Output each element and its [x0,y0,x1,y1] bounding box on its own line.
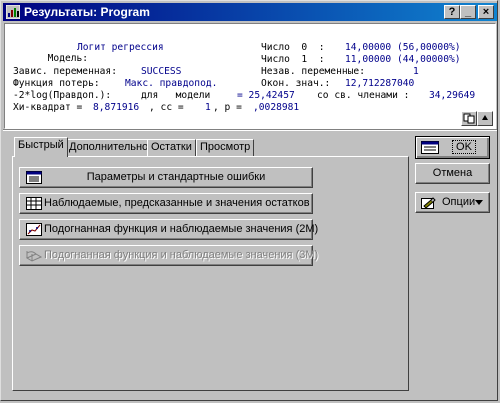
loglik-free-label: со св. членами : [317,90,410,101]
window-title: Результаты: Program [24,5,150,19]
final-value-label: Окон. знач.: [261,78,331,89]
loss-value: Макс. правдопод. [125,78,218,89]
summary-icon [421,141,439,154]
dependent-value: SUCCESS [141,66,182,77]
observed-predicted-button[interactable]: Наблюдаемые, предсказанные и значения ос… [19,193,313,214]
independent-value: 1 [413,66,419,77]
fitted-3d-label: Подогнанная функция и наблюдаемые значен… [44,249,319,261]
independent-label: Незав. переменные: [261,66,365,77]
loglik-model-label: для модели [141,90,211,101]
parameters-button[interactable]: Параметры и стандартные ошибки [19,167,313,188]
fitted-2d-label: Подогнанная функция и наблюдаемые значен… [44,223,319,235]
count0-label: Число 0 : [261,42,325,53]
app-icon [6,5,20,19]
loss-label: Функция потерь: [13,78,100,89]
p-label: , p = [213,102,242,113]
final-value: 12,712287040 [345,78,415,89]
count1-label: Число 1 : [261,54,325,65]
fitted-2d-button[interactable]: Подогнанная функция и наблюдаемые значен… [19,219,319,240]
minimize-button[interactable]: _ [460,5,476,19]
model-label: Модель: [47,53,89,64]
loglik-model-value: = 25,42457 [237,90,295,101]
p-value: ,0028981 [253,102,300,113]
tab-residuals[interactable]: Остатки [147,139,196,156]
spreadsheet-icon [26,197,42,210]
options-button[interactable]: Опции [415,192,490,213]
loglik-label: -2*log(Правдоп.): [13,90,112,101]
results-window: Результаты: Program ? _ × Модель: Логит … [0,0,498,401]
summary-table-icon [26,171,42,184]
surface-plot-icon [26,251,42,262]
count0-value: 14,00000 (56,00000%) [345,42,461,53]
chi-square-label: Хи-квадрат = [13,102,83,113]
fitted-3d-button[interactable]: Подогнанная функция и наблюдаемые значен… [19,245,319,266]
df-value: 1 [205,102,211,113]
expand-output-button[interactable] [477,111,493,126]
quick-tab-panel: Параметры и стандартные ошибки Наблюдаем… [12,156,409,391]
cancel-label: Отмена [432,167,473,179]
df-label: , сс = [149,102,184,113]
tab-advanced[interactable]: Дополнительно [65,139,153,156]
tab-quick[interactable]: Быстрый [14,137,68,157]
model-value: Логит регрессия [77,42,164,53]
copy-icon [463,113,475,124]
options-label: Опции [442,196,476,208]
separator [3,129,497,131]
copy-output-button[interactable] [461,111,477,126]
loglik-free-value: 34,29649 [429,90,476,101]
results-output-area: Модель: Логит регрессия Число 0 : 14,000… [4,23,496,129]
parameters-button-label: Параметры и стандартные ошибки [86,171,266,183]
title-bar[interactable]: Результаты: Program ? _ × [3,3,497,21]
line-plot-icon [26,223,42,236]
ok-label: OK [452,140,476,154]
close-button[interactable]: × [478,5,494,19]
tab-review[interactable]: Просмотр [196,139,255,156]
dropdown-arrow-icon [475,200,483,205]
chi-square-value: 8,871916 [93,102,140,113]
ok-button[interactable]: OK [415,136,490,159]
dependent-label: Завис. переменная: [13,66,117,77]
cancel-button[interactable]: Отмена [415,163,490,184]
arrow-up-icon [482,115,488,120]
help-button[interactable]: ? [444,5,460,19]
observed-predicted-label: Наблюдаемые, предсказанные и значения ос… [44,197,310,209]
options-icon [421,197,436,209]
count1-value: 11,00000 (44,00000%) [345,54,461,65]
